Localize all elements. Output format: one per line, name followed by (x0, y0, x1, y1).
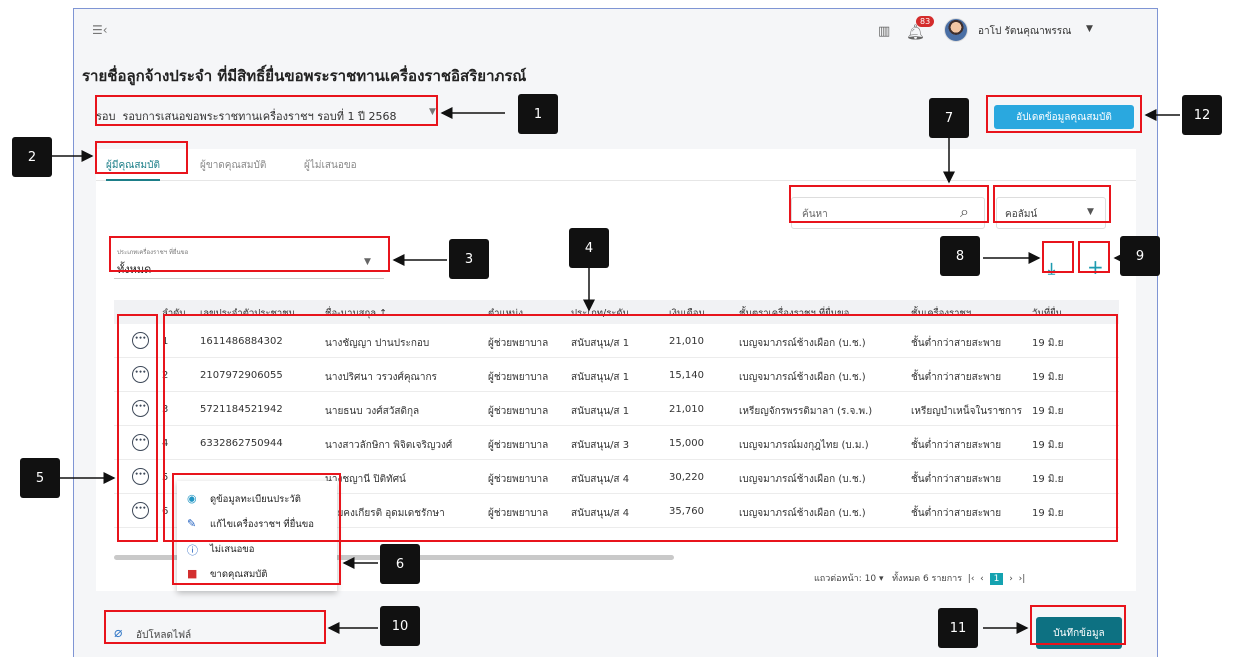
callout-11: 11 (938, 608, 978, 648)
callout-5: 5 (20, 458, 60, 498)
callout-10: 10 (380, 606, 420, 646)
callout-7: 7 (929, 98, 969, 138)
callout-8: 8 (940, 236, 980, 276)
callout-9: 9 (1120, 236, 1160, 276)
callout-3: 3 (449, 239, 489, 279)
callout-2: 2 (12, 137, 52, 177)
callout-6: 6 (380, 544, 420, 584)
callout-12: 12 (1182, 95, 1222, 135)
callout-arrows (50, 107, 1180, 634)
callout-1: 1 (518, 94, 558, 134)
callout-4: 4 (569, 228, 609, 268)
